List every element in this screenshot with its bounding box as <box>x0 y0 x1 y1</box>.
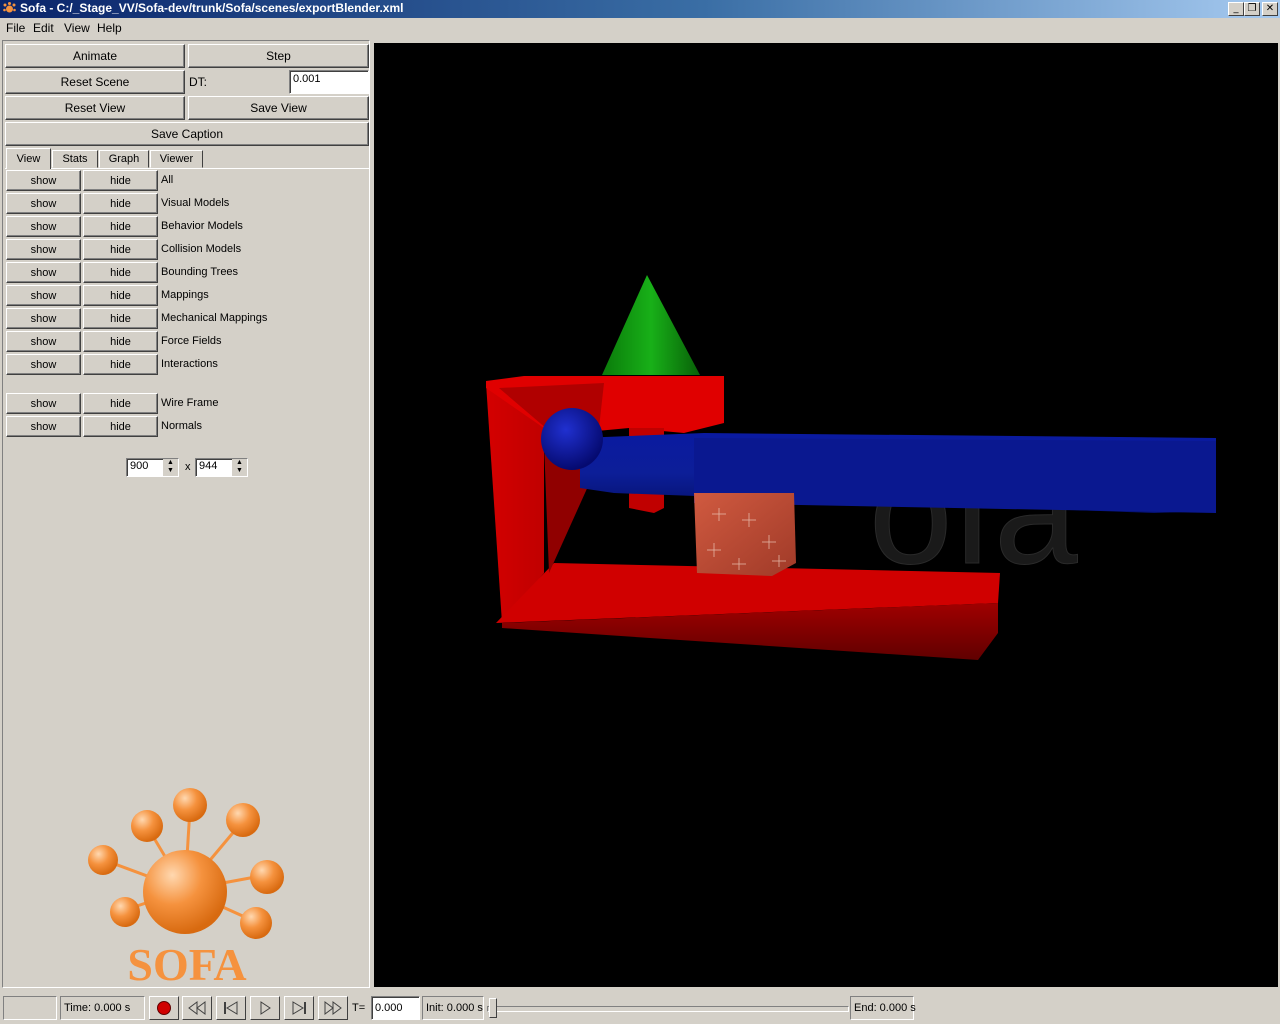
time-slider-track[interactable] <box>487 1006 849 1012</box>
hide-button-normals[interactable]: hide <box>83 416 158 437</box>
init-label: Init: 0.000 s <box>426 1002 483 1014</box>
menu-file[interactable]: File <box>6 21 25 35</box>
time-label: Time: 0.000 s <box>64 1002 131 1014</box>
show-button-all[interactable]: show <box>6 170 81 191</box>
record-icon <box>157 1001 171 1015</box>
row-label-mechanical-mappings: Mechanical Mappings <box>161 312 268 324</box>
step-backward-icon <box>224 1001 238 1015</box>
menu-edit[interactable]: Edit <box>33 21 54 35</box>
show-button-collision-models[interactable]: show <box>6 239 81 260</box>
height-value: 944 <box>199 460 218 472</box>
show-button-bounding-trees[interactable]: show <box>6 262 81 283</box>
hide-button-interactions[interactable]: hide <box>83 354 158 375</box>
row-label-interactions: Interactions <box>161 358 218 370</box>
play-icon <box>260 1001 271 1015</box>
show-button-force-fields[interactable]: show <box>6 331 81 352</box>
show-button-mechanical-mappings[interactable]: show <box>6 308 81 329</box>
animate-button[interactable]: Animate <box>5 44 185 68</box>
time-display: Time: 0.000 s <box>60 996 145 1020</box>
menu-help[interactable]: Help <box>97 21 122 35</box>
scene-render: ofa <box>486 275 1216 660</box>
fast-forward-button[interactable] <box>318 996 348 1020</box>
show-button-interactions[interactable]: show <box>6 354 81 375</box>
menu-bar: File Edit View Help <box>0 18 1280 38</box>
t-input[interactable]: 0.000 <box>371 996 420 1020</box>
sofa-app-icon <box>3 2 16 13</box>
hide-button-wire-frame[interactable]: hide <box>83 393 158 414</box>
minimize-icon: _ <box>1233 3 1239 14</box>
end-label: End: 0.000 s <box>854 1002 916 1014</box>
show-button-visual-models[interactable]: show <box>6 193 81 214</box>
hide-button-mappings[interactable]: hide <box>83 285 158 306</box>
hide-button-visual-models[interactable]: hide <box>83 193 158 214</box>
end-display: End: 0.000 s <box>850 996 916 1020</box>
size-separator: x <box>185 461 191 473</box>
hide-button-collision-models[interactable]: hide <box>83 239 158 260</box>
sofa-logo-text: SOFA <box>127 939 246 985</box>
show-button-behavior-models[interactable]: show <box>6 216 81 237</box>
restore-icon: ❐ <box>1247 3 1257 14</box>
hide-button-mechanical-mappings[interactable]: hide <box>83 308 158 329</box>
row-label-mappings: Mappings <box>161 289 209 301</box>
tab-view[interactable]: View <box>6 148 51 169</box>
status-field <box>3 996 57 1020</box>
title-bar[interactable]: Sofa - C:/_Stage_VV/Sofa-dev/trunk/Sofa/… <box>0 0 1280 18</box>
hide-button-force-fields[interactable]: hide <box>83 331 158 352</box>
green-cone <box>602 275 700 375</box>
row-label-all: All <box>161 174 174 186</box>
step-forward-icon <box>292 1001 306 1015</box>
save-view-button[interactable]: Save View <box>188 96 369 120</box>
width-spinner-arrows[interactable]: ▲ ▼ <box>163 459 178 476</box>
fast-forward-icon <box>324 1001 342 1015</box>
hide-button-behavior-models[interactable]: hide <box>83 216 158 237</box>
tab-divider <box>5 168 369 169</box>
time-slider-handle[interactable] <box>489 998 497 1018</box>
window-title: Sofa - C:/_Stage_VV/Sofa-dev/trunk/Sofa/… <box>20 1 404 15</box>
fast-backward-icon <box>188 1001 206 1015</box>
hide-button-bounding-trees[interactable]: hide <box>83 262 158 283</box>
tab-viewer[interactable]: Viewer <box>150 150 203 168</box>
close-button[interactable]: ✕ <box>1262 2 1278 16</box>
row-label-force-fields: Force Fields <box>161 335 222 347</box>
t-label: T= <box>352 1002 366 1014</box>
record-button[interactable] <box>149 996 179 1020</box>
tab-graph[interactable]: Graph <box>99 150 149 168</box>
dt-label: DT: <box>189 75 207 89</box>
restore-button[interactable]: ❐ <box>1244 2 1260 16</box>
save-caption-button[interactable]: Save Caption <box>5 122 369 146</box>
init-display: Init: 0.000 s <box>422 996 484 1020</box>
close-icon: ✕ <box>1265 3 1275 14</box>
textured-box <box>694 493 796 576</box>
dt-input[interactable]: 0.001 <box>289 70 369 94</box>
step-forward-button[interactable] <box>284 996 314 1020</box>
show-button-mappings[interactable]: show <box>6 285 81 306</box>
row-label-collision-models: Collision Models <box>161 243 242 255</box>
sofa-logo: SOFA <box>88 788 284 985</box>
menu-view[interactable]: View <box>64 21 90 35</box>
hide-button-all[interactable]: hide <box>83 170 158 191</box>
minimize-button[interactable]: _ <box>1228 2 1244 16</box>
show-button-wire-frame[interactable]: show <box>6 393 81 414</box>
row-label-normals: Normals <box>161 420 202 432</box>
step-button[interactable]: Step <box>188 44 369 68</box>
blue-sphere <box>541 408 603 470</box>
row-label-behavior-models: Behavior Models <box>161 220 243 232</box>
play-button[interactable] <box>250 996 280 1020</box>
reset-view-button[interactable]: Reset View <box>5 96 185 120</box>
fast-backward-button[interactable] <box>182 996 212 1020</box>
reset-scene-button[interactable]: Reset Scene <box>5 70 185 94</box>
3d-viewer[interactable]: ofa <box>374 43 1278 987</box>
height-spinner-arrows[interactable]: ▲ ▼ <box>232 459 247 476</box>
step-backward-button[interactable] <box>216 996 246 1020</box>
row-label-wire-frame: Wire Frame <box>161 397 219 409</box>
width-value: 900 <box>130 460 149 472</box>
row-label-bounding-trees: Bounding Trees <box>161 266 239 278</box>
tab-stats[interactable]: Stats <box>52 150 98 168</box>
row-label-visual-models: Visual Models <box>161 197 230 209</box>
show-button-normals[interactable]: show <box>6 416 81 437</box>
